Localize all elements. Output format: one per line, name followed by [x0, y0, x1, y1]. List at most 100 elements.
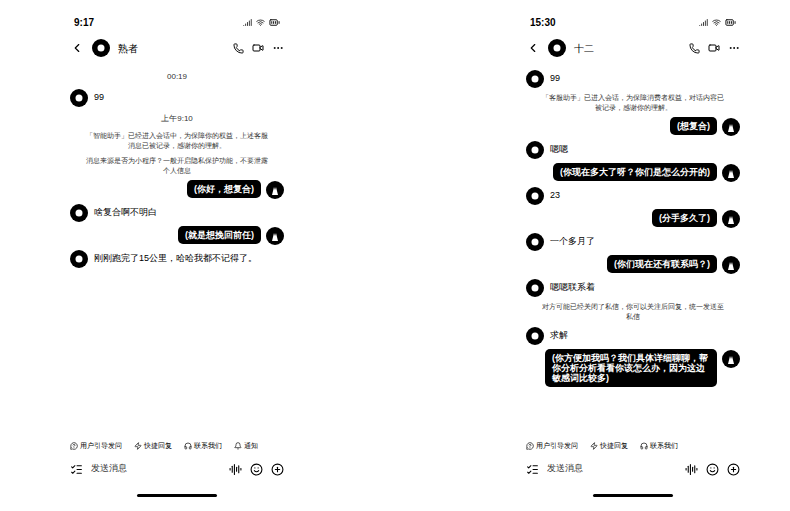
chat-header: 十二	[518, 30, 748, 66]
contact-avatar-icon[interactable]	[526, 187, 544, 205]
status-bar: 15:30	[518, 0, 748, 30]
my-avatar-icon[interactable]	[722, 118, 740, 136]
my-message-bubble[interactable]: (你好，想复合)	[188, 181, 260, 197]
wifi-icon	[712, 18, 721, 27]
contact-avatar-icon[interactable]	[70, 250, 88, 268]
my-avatar-icon[interactable]	[722, 164, 740, 182]
message-row: (就是想挽回前任)	[70, 227, 284, 245]
voice-icon[interactable]	[685, 463, 698, 476]
timestamp: 上午9:10	[70, 112, 284, 126]
my-message-bubble[interactable]: (你现在多大了呀？你们是怎么分开的)	[554, 164, 716, 180]
status-icons	[243, 17, 280, 28]
my-avatar-icon[interactable]	[722, 210, 740, 228]
quick-action-icon	[184, 442, 192, 450]
signal-icon	[243, 18, 252, 27]
my-message-bubble[interactable]: (你们现在还有联系吗？)	[608, 256, 716, 272]
menu-icon[interactable]	[526, 463, 539, 476]
contact-message-bubble[interactable]: 99	[550, 70, 560, 87]
contact-name: 熟者	[118, 41, 225, 56]
system-notice: 「智能助手」已经进入会话中，为保障你的权益，上述客服消息已被记录，感谢你的理解。	[70, 131, 284, 151]
contact-avatar-icon[interactable]	[526, 70, 544, 88]
quick-action[interactable]: 快捷回复	[590, 441, 628, 452]
plus-icon[interactable]	[271, 463, 284, 476]
avatar-figure-icon	[551, 42, 563, 54]
my-message-bubble[interactable]: (想复合)	[671, 118, 716, 134]
quick-action-icon	[70, 442, 78, 450]
message-input[interactable]: 发送消息	[547, 462, 677, 476]
contact-avatar-icon[interactable]	[92, 39, 110, 57]
video-call-icon[interactable]	[708, 42, 720, 54]
contact-message-bubble[interactable]: 嗯嗯	[550, 141, 568, 158]
avatar-figure-icon	[529, 190, 541, 202]
voice-icon[interactable]	[229, 463, 242, 476]
avatar-figure-icon	[725, 121, 737, 133]
message-row: 刚刚跑完了15公里，哈哈我都不记得了。	[70, 250, 284, 268]
plus-icon[interactable]	[727, 463, 740, 476]
system-notice: 「客服助手」已进入会话，为保障消费者权益，对话内容已被记录，感谢你的理解。	[526, 93, 740, 113]
message-row: (你方便加我吗？我们具体详细聊聊，帮你分析分析看看你该怎么办，因为这边敏感词比较…	[526, 350, 740, 386]
message-row: 一个多月了	[526, 233, 740, 251]
my-avatar-icon[interactable]	[722, 256, 740, 274]
avatar-figure-icon	[73, 253, 85, 265]
video-call-icon[interactable]	[252, 42, 264, 54]
battery-icon	[725, 17, 736, 28]
chat-header: 熟者	[62, 30, 292, 66]
message-row: 求解	[526, 327, 740, 345]
status-bar: 9:17	[62, 0, 292, 30]
menu-icon[interactable]	[70, 463, 83, 476]
message-input[interactable]: 发送消息	[91, 462, 221, 476]
quick-action[interactable]: 通知	[234, 441, 258, 452]
avatar-figure-icon	[725, 167, 737, 179]
more-icon[interactable]	[272, 42, 284, 54]
message-row: 99	[526, 70, 740, 88]
my-message-bubble[interactable]: (你方便加我吗？我们具体详细聊聊，帮你分析分析看看你该怎么办，因为这边敏感词比较…	[546, 350, 716, 386]
avatar-figure-icon	[269, 184, 281, 196]
quick-action[interactable]: 用户引导发问	[526, 441, 578, 452]
contact-message-bubble[interactable]: 求解	[550, 327, 568, 344]
my-message-bubble[interactable]: (就是想挽回前任)	[179, 227, 260, 243]
avatar-figure-icon	[725, 213, 737, 225]
phone-screen: 9:17 熟者 00:19 99 上午9:10 「智能助手」已经进入会话中，为保障你的权益…	[62, 0, 292, 511]
message-row: (你现在多大了呀？你们是怎么分开的)	[526, 164, 740, 182]
emoji-icon[interactable]	[706, 463, 719, 476]
battery-icon	[269, 17, 280, 28]
system-notice: 消息来源是否为小程序？一般开启隐私保护功能，不要泄露个人信息	[70, 156, 284, 176]
quick-action[interactable]: 联系我们	[640, 441, 678, 452]
more-icon[interactable]	[728, 42, 740, 54]
contact-message-bubble[interactable]: 23	[550, 187, 560, 204]
signal-icon	[699, 18, 708, 27]
contact-avatar-icon[interactable]	[70, 89, 88, 107]
quick-action[interactable]: 联系我们	[184, 441, 222, 452]
quick-action[interactable]: 快捷回复	[134, 441, 172, 452]
avatar-figure-icon	[529, 144, 541, 156]
avatar-figure-icon	[529, 236, 541, 248]
call-icon[interactable]	[233, 43, 244, 54]
timestamp: 00:19	[70, 70, 284, 84]
avatar-figure-icon	[269, 230, 281, 242]
quick-action[interactable]: 用户引导发问	[70, 441, 122, 452]
my-message-bubble[interactable]: (分手多久了)	[653, 210, 716, 226]
contact-message-bubble[interactable]: 一个多月了	[550, 233, 595, 250]
contact-message-bubble[interactable]: 啥复合啊不明白	[94, 204, 157, 221]
message-row: 23	[526, 187, 740, 205]
contact-message-bubble[interactable]: 嗯嗯联系着	[550, 279, 595, 296]
contact-avatar-icon[interactable]	[526, 279, 544, 297]
contact-message-bubble[interactable]: 99	[94, 89, 104, 106]
call-icon[interactable]	[689, 43, 700, 54]
quick-action-icon	[590, 442, 598, 450]
quick-action-bar: 用户引导发问 快捷回复 联系我们 通知	[62, 436, 292, 456]
contact-avatar-icon[interactable]	[526, 141, 544, 159]
contact-avatar-icon[interactable]	[70, 204, 88, 222]
my-avatar-icon[interactable]	[266, 227, 284, 245]
emoji-icon[interactable]	[250, 463, 263, 476]
back-icon[interactable]	[70, 41, 84, 55]
contact-message-bubble[interactable]: 刚刚跑完了15公里，哈哈我都不记得了。	[94, 250, 257, 267]
contact-avatar-icon[interactable]	[526, 327, 544, 345]
contact-avatar-icon[interactable]	[526, 233, 544, 251]
contact-avatar-icon[interactable]	[548, 39, 566, 57]
my-avatar-icon[interactable]	[266, 181, 284, 199]
avatar-figure-icon	[529, 330, 541, 342]
message-row: 99	[70, 89, 284, 107]
my-avatar-icon[interactable]	[722, 350, 740, 368]
back-icon[interactable]	[526, 41, 540, 55]
